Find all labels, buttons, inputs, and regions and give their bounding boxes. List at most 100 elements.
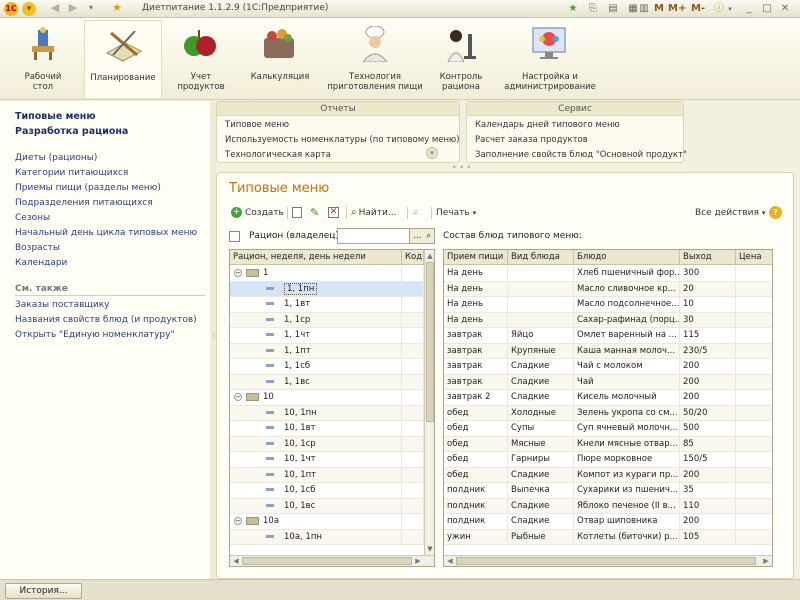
collapse-toggle-icon[interactable]: − (234, 392, 242, 401)
service-menu-calendar[interactable]: Календарь дней типового меню (475, 120, 620, 130)
table-row[interactable]: На день Сахар-рафинад (порц... 30 (444, 312, 772, 328)
table-row[interactable]: обед Гарниры Пюре морковное 150/5 (444, 452, 772, 468)
scroll-thumb[interactable] (426, 262, 434, 422)
ration-filter-checkbox[interactable] (229, 231, 240, 242)
table-row[interactable]: завтрак Яйцо Омлет варенный на ... 115 (444, 328, 772, 344)
scroll-thumb[interactable] (456, 557, 756, 565)
nav-item-typical-menus[interactable]: Типовые меню (15, 111, 96, 122)
service-fill-main-product[interactable]: Заполнение свойств блюд "Основной продук… (475, 150, 687, 160)
column-header-yield[interactable]: Выход (680, 250, 736, 265)
tree-group-row[interactable]: − 10 (230, 390, 424, 406)
table-row[interactable]: завтрак Сладкие Чай с молоком 200 (444, 359, 772, 375)
scroll-up-icon[interactable]: ▲ (425, 251, 434, 261)
tree-item-row[interactable]: 1, 1пт (230, 343, 424, 359)
scroll-right-icon[interactable]: ▶ (761, 556, 771, 566)
nav-item-seasons[interactable]: Сезоны (15, 213, 50, 223)
ration-select-button[interactable]: ... ⌕ (409, 228, 435, 244)
table-row[interactable]: На день Хлеб пшеничный фор... 300 (444, 266, 772, 282)
report-nomenclature-usage[interactable]: Используемость номенклатуры (по типовому… (225, 135, 460, 145)
table-row[interactable]: завтрак 2 Сладкие Кисель молочный 200 (444, 390, 772, 406)
collapse-toggle-icon[interactable]: − (234, 516, 242, 525)
tree-item-row[interactable]: 1, 1сб (230, 359, 424, 375)
history-dropdown-icon[interactable]: ▾ (84, 1, 98, 15)
memory-minus-button[interactable]: М- (690, 2, 706, 16)
tree-item-row[interactable]: 10, 1ср (230, 436, 424, 452)
tree-item-row[interactable]: 1, 1чт (230, 328, 424, 344)
nav-item-property-names[interactable]: Названия свойств блюд (и продуктов) (15, 315, 197, 325)
nav-item-cycle-start-day[interactable]: Начальный день цикла типовых меню (15, 228, 197, 238)
scroll-left-icon[interactable]: ◀ (445, 556, 455, 566)
add-favorite-icon[interactable]: ★ (566, 2, 580, 16)
help-button[interactable]: ? (769, 206, 782, 219)
dishes-horizontal-scrollbar[interactable]: ◀ ▶ (444, 555, 772, 566)
table-row[interactable]: завтрак Крупяные Каша манная молоч... 230/5 (444, 343, 772, 359)
document-icon[interactable]: ▤ (606, 2, 620, 16)
main-menu-button[interactable]: ▾ (22, 2, 36, 16)
scroll-down-icon[interactable]: ▼ (425, 544, 434, 554)
report-typical-menu[interactable]: Типовое меню (225, 120, 289, 130)
tree-group-row[interactable]: −1 (230, 266, 424, 282)
table-row[interactable]: обед Сладкие Компот из кураги пр... 200 (444, 467, 772, 483)
table-row[interactable]: завтрак Сладкие Чай 200 (444, 374, 772, 390)
close-button[interactable]: ✕ (778, 2, 792, 16)
column-header-dish[interactable]: Блюдо (574, 250, 680, 265)
tree-item-row[interactable]: 10, 1вс (230, 498, 424, 514)
tree-item-row[interactable]: 10, 1пн (230, 405, 424, 421)
print-button[interactable]: Печать ▾ (436, 205, 476, 221)
column-header-meal[interactable]: Прием пищи (444, 250, 508, 265)
nav-item-subdivisions[interactable]: Подразделения питающихся (15, 198, 153, 208)
tree-item-row[interactable]: 10, 1сб (230, 483, 424, 499)
table-row[interactable]: полдник Сладкие Яблоко печеное (II в... 110 (444, 498, 772, 514)
tree-horizontal-scrollbar[interactable]: ◀ ▶ (230, 555, 434, 566)
table-row[interactable]: полдник Сладкие Отвар шиповника 200 (444, 514, 772, 530)
tree-vertical-scrollbar[interactable]: ▲ ▼ (424, 250, 434, 556)
table-row[interactable]: обед Супы Суп ячневый молочн... 500 (444, 421, 772, 437)
edit-button[interactable]: ✎ (310, 205, 319, 221)
scroll-thumb[interactable] (242, 557, 412, 565)
info-icon[interactable]: ⓘ (712, 2, 726, 16)
memory-m-button[interactable]: М (652, 2, 666, 16)
table-row[interactable]: обед Мясные Кнели мясные отвар... 85 (444, 436, 772, 452)
scroll-left-icon[interactable]: ◀ (231, 556, 241, 566)
tree-item-row[interactable]: 1, 1пн (230, 281, 424, 297)
calendar-icon[interactable]: ▥ (636, 2, 652, 16)
table-row[interactable]: На день Масло подсолнечное... 10 (444, 297, 772, 313)
back-arrow-icon[interactable]: ◀ (48, 1, 62, 15)
nav-item-meals[interactable]: Приемы пищи (разделы меню) (15, 183, 161, 193)
column-header-code[interactable]: Код (402, 250, 424, 265)
tree-item-row[interactable]: 10, 1вт (230, 421, 424, 437)
nav-item-calendars[interactable]: Календари (15, 258, 67, 268)
report-tech-card[interactable]: Технологическая карта (225, 150, 331, 160)
tree-item-row[interactable]: 10а, 1пн (230, 529, 424, 545)
nav-item-eater-categories[interactable]: Категории питающихся (15, 168, 128, 178)
section-settings[interactable]: Настройка и администрирование (500, 20, 600, 98)
service-order-calculation[interactable]: Расчет заказа продуктов (475, 135, 588, 145)
nav-item-supplier-orders[interactable]: Заказы поставщику (15, 300, 109, 310)
column-header-ration[interactable]: Рацион, неделя, день недели (230, 250, 402, 265)
link-icon[interactable]: ⎘ (586, 2, 600, 16)
all-actions-button[interactable]: Все действия ▾ (695, 205, 765, 221)
history-button[interactable]: История... (5, 583, 82, 599)
forward-arrow-icon[interactable]: ▶ (66, 1, 80, 15)
find-button[interactable]: ⌕ Найти... (351, 205, 396, 221)
memory-plus-button[interactable]: М+ (668, 2, 686, 16)
app-logo-icon[interactable]: 1С (4, 2, 18, 16)
create-button[interactable]: + Создать (231, 205, 284, 221)
cancel-search-button[interactable]: ⌕ (413, 205, 419, 221)
tree-item-row[interactable]: 10, 1чт (230, 452, 424, 468)
table-row[interactable]: полдник Выпечка Сухарики из пшенич... 35 (444, 483, 772, 499)
create-copy-button[interactable] (292, 205, 302, 221)
tree-item-row[interactable]: 1, 1вс (230, 374, 424, 390)
nav-item-open-nomenclature[interactable]: Открыть "Единую номенклатуру" (15, 330, 175, 340)
maximize-button[interactable]: □ (760, 2, 774, 16)
tree-item-row[interactable]: 1, 1вт (230, 297, 424, 313)
table-row[interactable]: обед Холодные Зелень укропа со см... 50/20 (444, 405, 772, 421)
tree-group-row[interactable]: − 10а (230, 514, 424, 530)
horizontal-splitter-icon[interactable]: • • • (452, 163, 471, 172)
tree-item-row[interactable]: 10, 1пт (230, 467, 424, 483)
section-desktop[interactable]: Рабочий стол (8, 20, 78, 98)
info-dropdown-icon[interactable]: ▾ (726, 2, 734, 16)
section-control[interactable]: Контроль рациона (428, 20, 494, 98)
scroll-right-icon[interactable]: ▶ (413, 556, 423, 566)
section-planning[interactable]: Планирование (84, 20, 162, 98)
